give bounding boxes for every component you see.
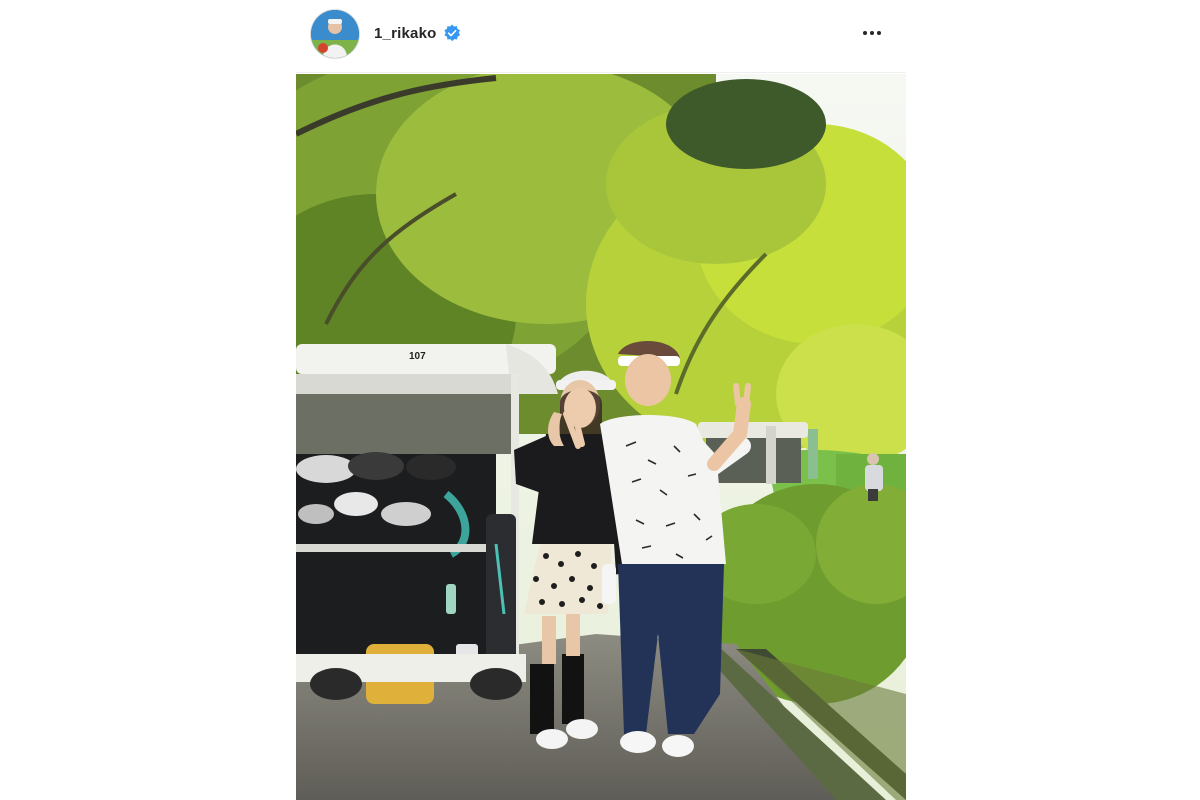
profile-avatar[interactable] <box>311 10 359 58</box>
golf-course-photo: 107 <box>296 74 906 800</box>
more-options-icon <box>863 31 867 35</box>
username-link[interactable]: 1_rikako <box>374 25 436 42</box>
golf-cart: 107 <box>296 344 558 704</box>
verified-badge-icon <box>444 24 461 42</box>
post-header: 1_rikako <box>296 0 906 73</box>
instagram-post: 1_rikako 107 <box>296 0 906 800</box>
cart-number: 107 <box>409 351 426 362</box>
more-options-icon <box>870 31 874 35</box>
username-row: 1_rikako <box>374 22 461 44</box>
more-options-button[interactable] <box>854 20 890 46</box>
more-options-icon <box>877 31 881 35</box>
post-photo[interactable]: 107 <box>296 74 906 800</box>
